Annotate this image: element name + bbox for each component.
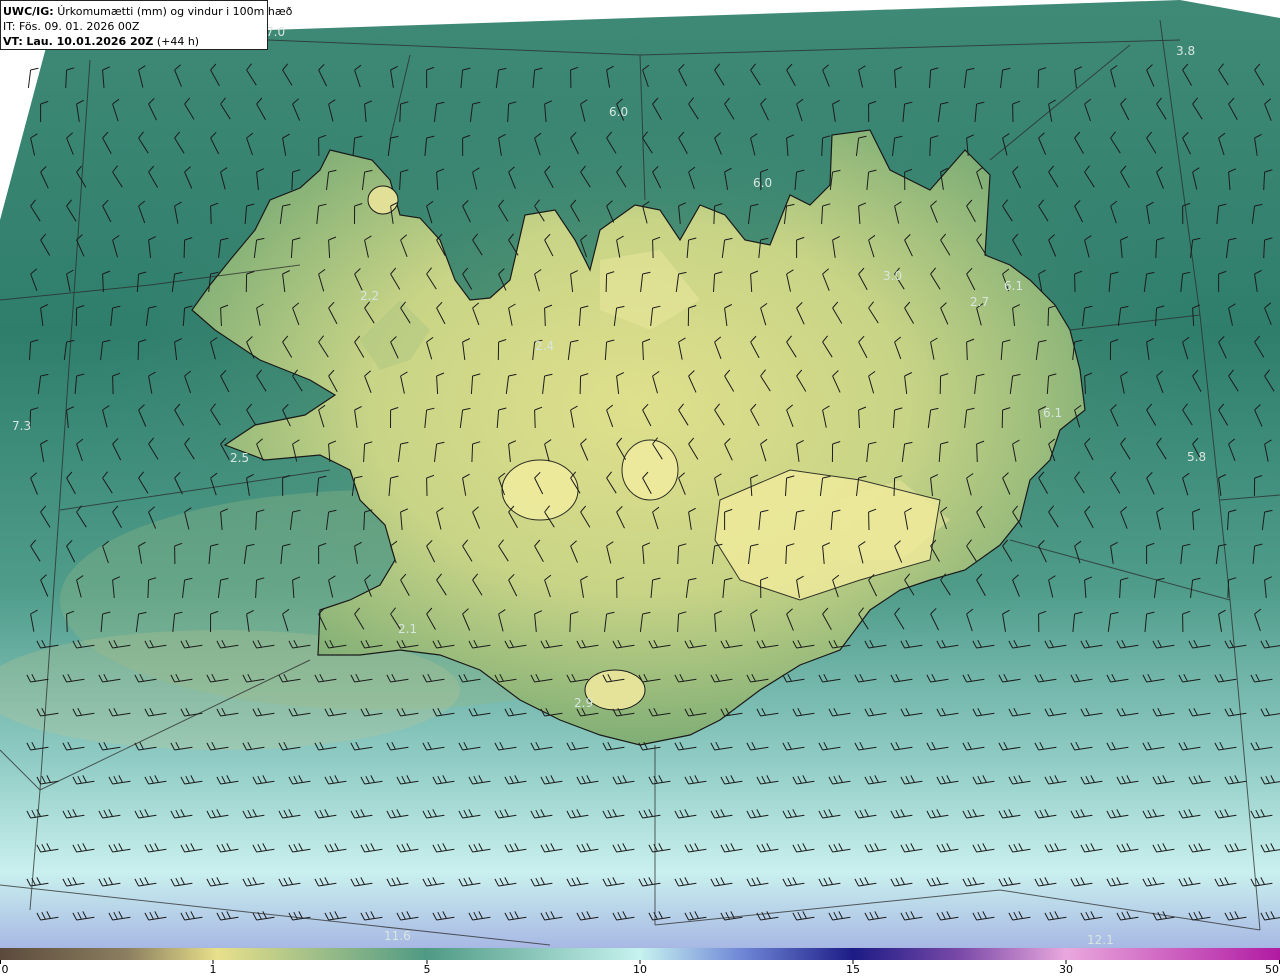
map-value: 3.0	[883, 269, 902, 283]
colorbar-tick: 10	[633, 963, 647, 976]
colorbar-tick: 50	[1265, 963, 1279, 976]
map-value: 7.3	[12, 419, 31, 433]
model-label: UWC/IG:	[3, 5, 54, 18]
colorbar-gradient	[0, 948, 1280, 960]
colorbar-tick: 30	[1059, 963, 1073, 976]
forecast-map: 7.0 3.8 6.0 6.0 3.0 6.1 2.7 2.2 2.4 7.3 …	[0, 0, 1280, 948]
map-value: 2.2	[360, 289, 379, 303]
map-value: 11.6	[384, 929, 411, 943]
map-value: 5.8	[1187, 450, 1206, 464]
map-value: 2.1	[398, 622, 417, 636]
map-value: 2.9	[574, 696, 593, 710]
map-value: 2.5	[230, 451, 249, 465]
map-value: 3.8	[1176, 44, 1195, 58]
title-row: UWC/IG: Úrkomumætti (mm) og vindur i 100…	[3, 4, 292, 19]
colorbar-tick: 5	[423, 963, 431, 976]
map-value: 7.0	[266, 25, 285, 39]
map-value: 6.0	[609, 105, 628, 119]
initial-time: IT: Fös. 09. 01. 2026 00Z	[3, 20, 140, 33]
field-description: Úrkomumætti (mm) og vindur i 100m hæð	[57, 5, 293, 18]
map-value: 12.1	[1087, 933, 1114, 947]
valid-prefix: VT:	[3, 35, 23, 48]
valid-time: Lau. 10.01.2026 20Z	[26, 35, 154, 48]
colorbar-tick: 0	[1, 963, 9, 976]
map-value: 2.4	[535, 339, 554, 353]
valid-time-row: VT: Lau. 10.01.2026 20Z (+44 h)	[3, 34, 263, 49]
map-value: 6.0	[753, 176, 772, 190]
map-value: 6.1	[1043, 406, 1062, 420]
info-box: UWC/IG: Úrkomumætti (mm) og vindur i 100…	[0, 0, 292, 50]
colorbar-tick: 15	[846, 963, 860, 976]
lead-time: (+44 h)	[156, 35, 200, 48]
colorbar-tick: 1	[209, 963, 217, 976]
map-value: 2.7	[970, 295, 989, 309]
map-value: 6.1	[1004, 279, 1023, 293]
